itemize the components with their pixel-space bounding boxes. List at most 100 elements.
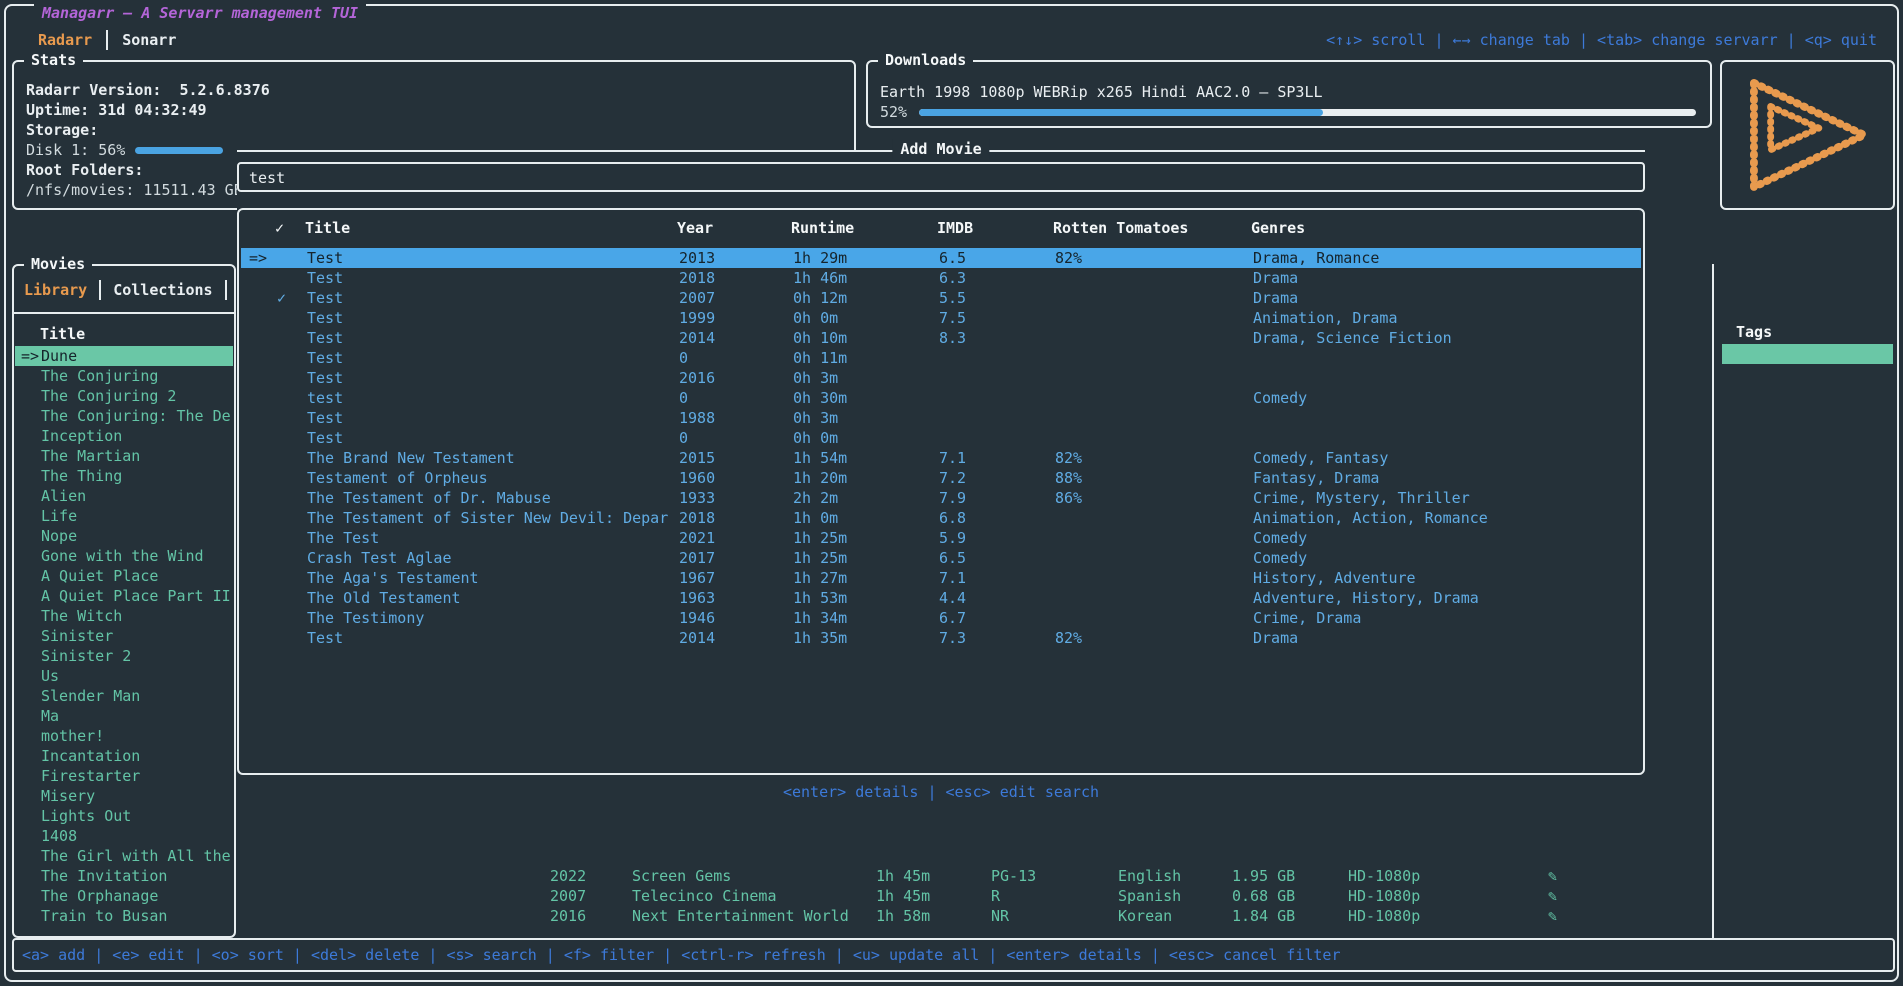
movie-list-item[interactable]: Misery xyxy=(15,786,233,806)
edit-pencil-icon[interactable]: ✎ xyxy=(1548,866,1557,886)
movie-title: Slender Man xyxy=(41,686,140,706)
uptime-value: 31d 04:32:49 xyxy=(98,101,206,119)
file-size: 1.84 GB xyxy=(1232,906,1295,926)
result-genres: Animation, Action, Romance xyxy=(1253,508,1488,528)
result-title: The Testament of Sister New Devil: Depar xyxy=(307,508,668,528)
movie-file-row[interactable]: 2022 Screen Gems 1h 45m PG-13 English 1.… xyxy=(0,866,1903,886)
result-runtime: 0h 10m xyxy=(793,328,847,348)
result-title: Test xyxy=(307,408,343,428)
result-runtime: 1h 54m xyxy=(793,448,847,468)
movie-list-item[interactable]: The Conjuring 2 xyxy=(15,386,233,406)
tab-library[interactable]: Library xyxy=(24,280,87,300)
movies-tabs-divider xyxy=(14,312,234,314)
edit-pencil-icon[interactable]: ✎ xyxy=(1548,906,1557,926)
search-result-row[interactable]: The Testament of Sister New Devil: Depar… xyxy=(241,508,1641,528)
file-runtime: 1h 45m xyxy=(876,886,930,906)
result-genres: Drama, Romance xyxy=(1253,248,1379,268)
movie-list-item[interactable]: mother! xyxy=(15,726,233,746)
tab-sonarr[interactable]: Sonarr xyxy=(122,30,176,50)
result-year: 2018 xyxy=(679,268,715,288)
column-header-check: ✓ xyxy=(275,218,284,238)
movie-list-item[interactable]: The Martian xyxy=(15,446,233,466)
tab-radarr[interactable]: Radarr xyxy=(38,30,92,50)
movie-list-item[interactable]: Firestarter xyxy=(15,766,233,786)
bottom-keybind-help: <a> add | <e> edit | <o> sort | <del> de… xyxy=(22,945,1341,965)
file-language: Spanish xyxy=(1118,886,1181,906)
search-result-row[interactable]: Testament of Orpheus 1960 1h 20m 7.2 88%… xyxy=(241,468,1641,488)
result-runtime: 1h 25m xyxy=(793,528,847,548)
movie-file-row[interactable]: 2007 Telecinco Cinema 1h 45m R Spanish 0… xyxy=(0,886,1903,906)
movie-list-item[interactable]: Lights Out xyxy=(15,806,233,826)
movie-list-item[interactable]: => Dune xyxy=(15,346,233,366)
search-result-row[interactable]: ✓ Test 2007 0h 12m 5.5 Drama xyxy=(241,288,1641,308)
search-result-row[interactable]: The Aga's Testament 1967 1h 27m 7.1 Hist… xyxy=(241,568,1641,588)
movie-list-item[interactable]: Life xyxy=(15,506,233,526)
result-runtime: 1h 46m xyxy=(793,268,847,288)
movie-list-item[interactable]: Alien xyxy=(15,486,233,506)
result-imdb-rating: 7.2 xyxy=(939,468,966,488)
result-imdb-rating: 7.5 xyxy=(939,308,966,328)
file-certification: PG-13 xyxy=(991,866,1036,886)
add-movie-popup-title: Add Movie xyxy=(892,139,989,159)
movie-list-item[interactable]: Slender Man xyxy=(15,686,233,706)
result-year: 2016 xyxy=(679,368,715,388)
movie-list-item[interactable]: Us xyxy=(15,666,233,686)
movie-list-item[interactable]: Sinister 2 xyxy=(15,646,233,666)
result-year: 2021 xyxy=(679,528,715,548)
movie-title: Ma xyxy=(41,706,59,726)
file-certification: R xyxy=(991,886,1000,906)
search-result-row[interactable]: Test 2016 0h 3m xyxy=(241,368,1641,388)
search-result-row[interactable]: Test 2014 0h 10m 8.3 Drama, Science Fict… xyxy=(241,328,1641,348)
movie-list-item[interactable]: Gone with the Wind xyxy=(15,546,233,566)
tab-collections[interactable]: Collections xyxy=(113,280,212,300)
movie-list-item[interactable]: The Conjuring: The De xyxy=(15,406,233,426)
movie-list-item[interactable]: The Witch xyxy=(15,606,233,626)
movie-list-item[interactable]: Incantation xyxy=(15,746,233,766)
movie-list-item[interactable]: Inception xyxy=(15,426,233,446)
movie-file-row[interactable]: 2016 Next Entertainment World 1h 58m NR … xyxy=(0,906,1903,926)
movie-list-item[interactable]: The Thing xyxy=(15,466,233,486)
search-result-row[interactable]: Test 2018 1h 46m 6.3 Drama xyxy=(241,268,1641,288)
movie-title: Sinister 2 xyxy=(41,646,131,666)
tab-separator xyxy=(99,280,101,300)
edit-pencil-icon[interactable]: ✎ xyxy=(1548,886,1557,906)
result-runtime: 1h 34m xyxy=(793,608,847,628)
search-result-row[interactable]: The Old Testament 1963 1h 53m 4.4 Advent… xyxy=(241,588,1641,608)
movie-list-item[interactable]: Ma xyxy=(15,706,233,726)
search-result-row[interactable]: Test 0 0h 11m xyxy=(241,348,1641,368)
movies-panel: Movies Library Collections Title => Dune… xyxy=(12,264,236,938)
movie-title: The Thing xyxy=(41,466,122,486)
movie-list-item[interactable]: Nope xyxy=(15,526,233,546)
file-size: 1.95 GB xyxy=(1232,866,1295,886)
search-result-row[interactable]: The Brand New Testament 2015 1h 54m 7.1 … xyxy=(241,448,1641,468)
result-title: Testament of Orpheus xyxy=(307,468,488,488)
file-language: English xyxy=(1118,866,1181,886)
top-keybind-help: <↑↓> scroll | ←→ change tab | <tab> chan… xyxy=(1326,30,1877,50)
search-result-row[interactable]: test 0 0h 30m Comedy xyxy=(241,388,1641,408)
movie-list-item[interactable]: Sinister xyxy=(15,626,233,646)
search-result-row[interactable]: => Test 2013 1h 29m 6.5 82% Drama, Roman… xyxy=(241,248,1641,268)
servarr-tabs: Radarr Sonarr xyxy=(38,30,176,50)
result-imdb-rating: 6.7 xyxy=(939,608,966,628)
search-result-row[interactable]: Crash Test Aglae 2017 1h 25m 6.5 Comedy xyxy=(241,548,1641,568)
movie-list-item[interactable]: A Quiet Place Part II xyxy=(15,586,233,606)
result-title: The Old Testament xyxy=(307,588,461,608)
add-movie-search-input[interactable] xyxy=(247,165,1631,191)
search-result-row[interactable]: The Test 2021 1h 25m 5.9 Comedy xyxy=(241,528,1641,548)
search-result-row[interactable]: Test 2014 1h 35m 7.3 82% Drama xyxy=(241,628,1641,648)
tags-selected-row[interactable] xyxy=(1722,344,1893,364)
search-result-row[interactable]: Test 1999 0h 0m 7.5 Animation, Drama xyxy=(241,308,1641,328)
stats-panel-title: Stats xyxy=(24,50,83,70)
search-result-row[interactable]: Test 0 0h 0m xyxy=(241,428,1641,448)
search-result-row[interactable]: The Testimony 1946 1h 34m 6.7 Crime, Dra… xyxy=(241,608,1641,628)
movie-list-item[interactable]: A Quiet Place xyxy=(15,566,233,586)
logo-panel xyxy=(1720,60,1895,210)
movie-list-item[interactable]: The Conjuring xyxy=(15,366,233,386)
selection-marker: => xyxy=(249,248,267,268)
search-result-row[interactable]: Test 1988 0h 3m xyxy=(241,408,1641,428)
result-rotten-tomatoes: 82% xyxy=(1055,628,1082,648)
movie-list-item[interactable]: 1408 xyxy=(15,826,233,846)
movie-list-item[interactable]: The Girl with All the xyxy=(15,846,233,866)
search-result-row[interactable]: The Testament of Dr. Mabuse 1933 2h 2m 7… xyxy=(241,488,1641,508)
result-year: 1933 xyxy=(679,488,715,508)
